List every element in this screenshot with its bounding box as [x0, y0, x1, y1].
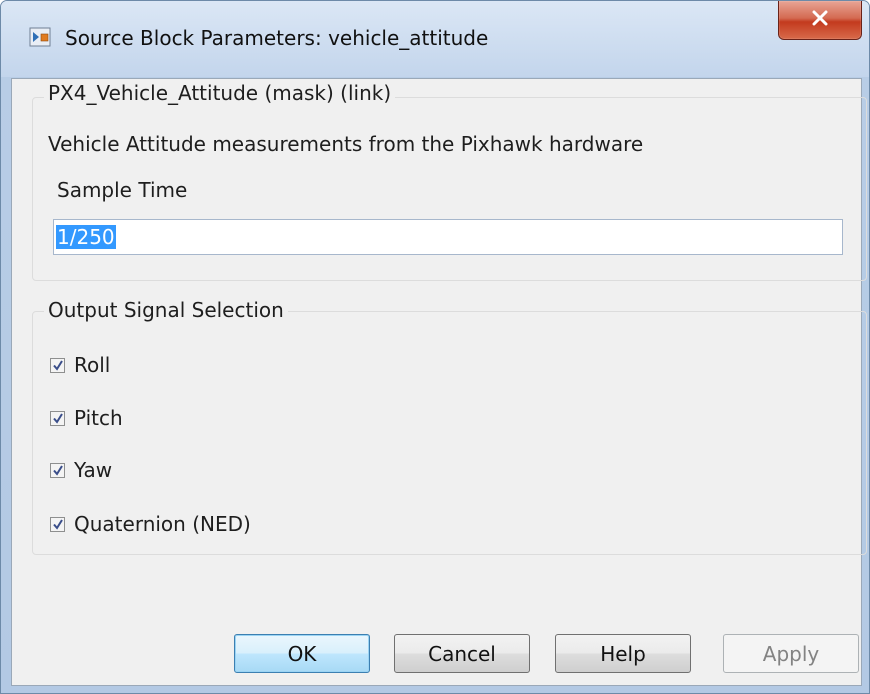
dialog-window: Source Block Parameters: vehicle_attitud… — [0, 0, 870, 694]
checkbox-label: Quaternion (NED) — [74, 512, 251, 536]
apply-button[interactable]: Apply — [723, 634, 859, 673]
checkbox-label: Yaw — [74, 458, 113, 482]
sample-time-input[interactable]: 1/250 — [53, 219, 843, 255]
block-description: Vehicle Attitude measurements from the P… — [48, 132, 644, 156]
sample-time-label: Sample Time — [57, 178, 188, 202]
dialog-content: PX4_Vehicle_Attitude (mask) (link) Vehic… — [11, 78, 867, 686]
cancel-button[interactable]: Cancel — [394, 634, 530, 673]
checkbox-label: Roll — [74, 353, 111, 377]
window-title: Source Block Parameters: vehicle_attitud… — [65, 26, 489, 50]
checkbox-yaw[interactable]: Yaw — [50, 457, 112, 483]
checkbox-checked-icon[interactable] — [50, 357, 65, 373]
sample-time-value: 1/250 — [56, 225, 116, 249]
checkbox-checked-icon[interactable] — [50, 462, 65, 478]
help-button[interactable]: Help — [555, 634, 691, 673]
ok-button[interactable]: OK — [234, 634, 370, 673]
checkbox-roll[interactable]: Roll — [50, 352, 110, 378]
title-bar[interactable]: Source Block Parameters: vehicle_attitud… — [1, 1, 869, 77]
close-icon — [811, 10, 829, 30]
checkbox-checked-icon[interactable] — [50, 516, 65, 532]
checkbox-checked-icon[interactable] — [50, 410, 65, 426]
signals-group-title: Output Signal Selection — [44, 298, 288, 322]
close-button[interactable] — [778, 1, 862, 40]
checkbox-quaternion[interactable]: Quaternion (NED) — [50, 511, 251, 537]
checkbox-pitch[interactable]: Pitch — [50, 405, 123, 431]
checkbox-label: Pitch — [74, 406, 123, 430]
block-group-title: PX4_Vehicle_Attitude (mask) (link) — [44, 81, 396, 105]
simulink-block-icon — [29, 26, 53, 50]
